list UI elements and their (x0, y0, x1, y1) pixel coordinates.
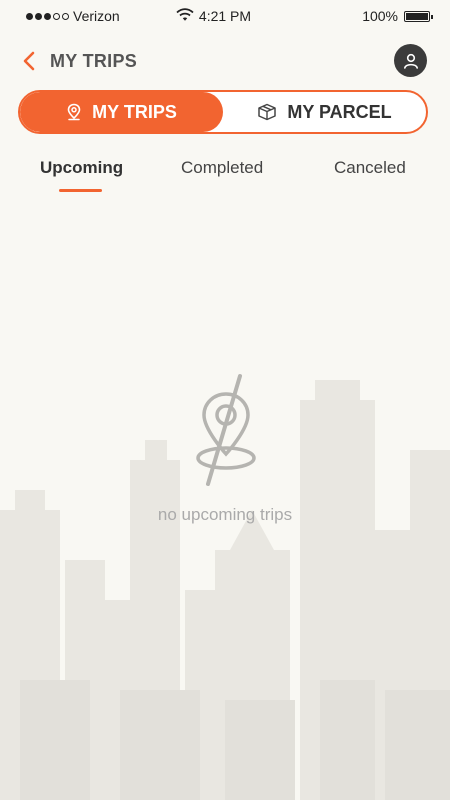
active-tab-indicator (59, 189, 102, 192)
battery-group: 100% (362, 8, 433, 24)
no-location-icon (196, 374, 256, 486)
tab-canceled[interactable]: Canceled (334, 158, 406, 178)
battery-icon (404, 10, 433, 22)
header: MY TRIPS (0, 40, 450, 84)
empty-state-message: no upcoming trips (157, 505, 293, 524)
page-title: MY TRIPS (50, 51, 138, 71)
my-parcel-label: MY PARCEL (287, 101, 392, 122)
box-icon (258, 103, 277, 121)
chevron-left-icon (23, 51, 35, 71)
status-bar: Verizon 4:21 PM 100% (0, 0, 450, 32)
back-button[interactable] (18, 49, 42, 73)
trips-parcel-switch: MY TRIPS MY PARCEL (18, 90, 428, 134)
battery-percent: 100% (362, 8, 398, 24)
tab-upcoming[interactable]: Upcoming (40, 158, 123, 178)
tab-completed[interactable]: Completed (181, 158, 263, 178)
profile-button[interactable] (394, 44, 427, 77)
location-pin-icon (67, 103, 81, 121)
my-parcel-segment[interactable]: MY PARCEL (223, 92, 426, 132)
my-trips-label: MY TRIPS (92, 101, 177, 122)
my-trips-segment[interactable]: MY TRIPS (20, 92, 223, 132)
trip-status-tabs: Upcoming Completed Canceled (0, 158, 450, 198)
user-icon (403, 53, 418, 69)
